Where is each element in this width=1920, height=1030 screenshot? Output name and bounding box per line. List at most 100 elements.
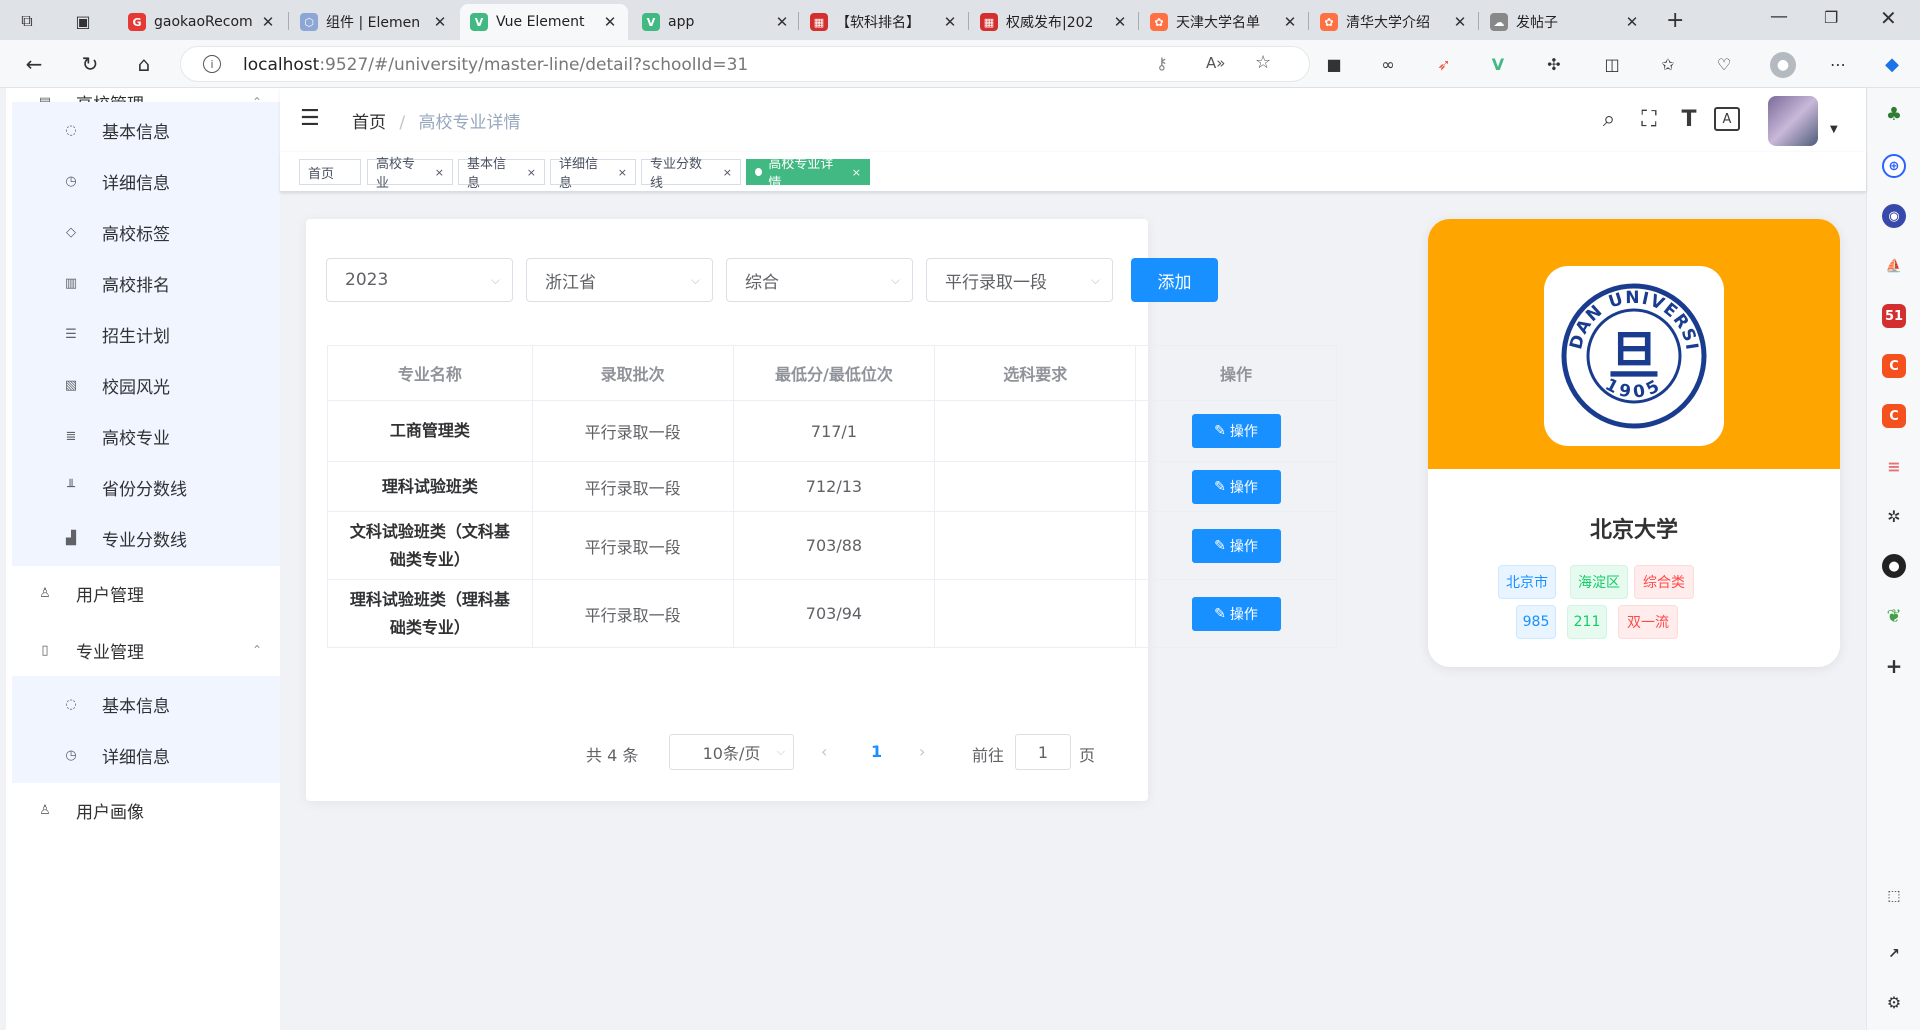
stripes-icon[interactable]: ≡ [1882,454,1906,478]
caret-down-icon[interactable]: ▼ [1830,124,1838,135]
operate-button[interactable]: ✎ 操作 [1191,414,1281,448]
sidebar-item[interactable]: ≣ 高校专业 [12,408,286,464]
favorite-star-icon[interactable]: ☆ [1255,52,1271,73]
browser-tab[interactable]: ⬡ 组件 | Elemen ✕ [290,4,458,40]
sidebar-item[interactable]: ◌ 基本信息 [12,102,286,158]
operate-button[interactable]: ✎ 操作 [1191,528,1281,563]
globe-icon[interactable]: ◉ [1882,204,1906,228]
copilot-icon[interactable]: ◆ [1880,52,1904,76]
font-size-icon[interactable]: T [1674,104,1704,134]
tag-close-icon[interactable]: × [435,166,444,179]
sidebar-item[interactable]: ╨ 省份分数线 [12,459,286,515]
tag-close-icon[interactable]: × [527,166,536,179]
sidebar-item[interactable]: ◌ 基本信息 [12,676,286,732]
tab-close-icon[interactable]: ✕ [1282,13,1298,31]
browser-tab[interactable]: V Vue Element ✕ [460,4,628,40]
infinity-icon[interactable]: ∞ [1376,52,1400,76]
tags-view-item[interactable]: 专业分数线 × [641,157,741,191]
new-tab-button[interactable]: + [1666,8,1684,33]
add-sidebar-icon[interactable]: + [1882,654,1906,678]
breadcrumb-home[interactable]: 首页 [352,113,386,133]
operate-button[interactable]: ✎ 操作 [1191,469,1281,504]
restore-button[interactable]: ❐ [1824,8,1838,27]
tab-close-icon[interactable]: ✕ [602,13,618,31]
vue-devtools-icon[interactable]: V [1486,52,1510,76]
leaf-icon[interactable]: ❦ [1882,604,1906,628]
key-icon[interactable]: ⚷ [1156,54,1168,73]
page-number-current[interactable]: 1 [871,742,882,761]
tab-close-icon[interactable]: ✕ [942,13,958,31]
bug-icon[interactable]: ✲ [1882,504,1906,528]
category-select[interactable]: 综合 ⌵ [726,258,913,302]
workspaces-icon[interactable]: ⧉ [16,10,38,32]
prev-page-icon[interactable]: ‹ [821,742,827,761]
year-select[interactable]: 2023 ⌵ [326,258,513,302]
sidebar-item[interactable]: ♙ 用户画像 [12,782,286,838]
address-bar[interactable]: i localhost:9527/#/university/master-lin… [180,46,1310,82]
tags-view-item[interactable]: 高校专业详情 × [746,157,870,191]
goto-page-input[interactable]: 1 [1015,734,1071,770]
split-screen-icon[interactable]: ◫ [1600,52,1624,76]
translate-icon[interactable]: A [1714,107,1740,131]
browser-tab[interactable]: Vapp ✕ [632,4,800,40]
tag-close-icon[interactable]: × [723,166,732,179]
tab-close-icon[interactable]: ✕ [1452,13,1468,31]
search-circle-icon[interactable]: ⊕ [1882,154,1906,178]
tab-close-icon[interactable]: ✕ [432,13,448,31]
next-page-icon[interactable]: › [919,742,925,761]
csdn-2-icon[interactable]: C [1882,404,1906,428]
browser-tab[interactable]: GgaokaoRecom ✕ [118,4,286,40]
site-51-icon[interactable]: 51 [1882,304,1906,328]
browser-tab[interactable]: ✿ 清华大学介绍 ✕ [1310,4,1478,40]
ship-icon[interactable]: ⛵ [1882,254,1906,278]
screenshot-icon[interactable]: ⬚ [1882,884,1906,908]
province-select[interactable]: 浙江省 ⌵ [526,258,713,302]
extensions-puzzle-icon[interactable]: ✣ [1542,52,1566,76]
sidebar-item[interactable]: ▟ 专业分数线 [12,510,286,566]
sidebar-item[interactable]: ◷ 详细信息 [12,727,286,783]
tab-close-icon[interactable]: ✕ [1624,13,1640,31]
tree-icon[interactable]: ♣ [1882,102,1906,126]
close-window-button[interactable]: ✕ [1880,6,1897,30]
sidebar-item[interactable]: ◷ 详细信息 [12,153,286,209]
add-button[interactable]: 添加 [1131,258,1218,302]
performance-icon[interactable]: ♡ [1712,52,1736,76]
read-aloud-icon[interactable]: A» [1206,54,1225,72]
sidebar-item[interactable]: ▧ 校园风光 [12,357,286,413]
sidebar-item[interactable]: ♙ 用户管理 [12,565,286,621]
minimize-button[interactable]: — [1770,6,1788,27]
tab-actions-icon[interactable]: ▣ [72,10,94,32]
tag-close-icon[interactable]: × [618,166,627,179]
page-size-select[interactable]: 10条/页 ⌵ [669,734,794,770]
hamburger-icon[interactable]: ☰ [300,106,320,131]
tags-view-item[interactable]: 高校专业 × [367,157,453,191]
sidebar-item[interactable]: ◇ 高校标签 [12,204,286,260]
external-link-icon[interactable]: ↗ [1882,942,1906,966]
browser-tab[interactable]: ☁ 发帖子 ✕ [1480,4,1650,40]
sidebar-item[interactable]: ▥ 高校排名 [12,255,286,311]
swift-icon[interactable]: ➶ [1432,52,1456,76]
browser-tab[interactable]: ▦ 【软科排名】 ✕ [800,4,968,40]
tab-close-icon[interactable]: ✕ [774,13,790,31]
csdn-icon[interactable]: C [1882,354,1906,378]
batch-select[interactable]: 平行录取一段 ⌵ [926,258,1113,302]
sidebar-item[interactable]: ▯ 专业管理 ⌃ [12,622,286,678]
settings-gear-icon[interactable]: ⚙ [1882,990,1906,1014]
browser-tab[interactable]: ✿ 天津大学名单 ✕ [1140,4,1308,40]
tab-close-icon[interactable]: ✕ [1112,13,1128,31]
tag-close-icon[interactable]: × [852,166,861,179]
extension-icon[interactable]: ■ [1322,52,1346,76]
github-icon[interactable]: ● [1882,554,1906,578]
more-icon[interactable]: ⋯ [1826,52,1850,76]
site-info-icon[interactable]: i [203,55,221,73]
operate-button[interactable]: ✎ 操作 [1191,596,1281,631]
search-icon[interactable]: ⌕ [1594,104,1624,134]
tags-view-item[interactable]: 基本信息 × [458,157,545,191]
browser-tab[interactable]: ▦ 权威发布|202 ✕ [970,4,1138,40]
favorites-icon[interactable]: ✩ [1656,52,1680,76]
sidebar-item[interactable]: ☰ 招生计划 [12,306,286,362]
tags-view-item[interactable]: 首页 [299,159,361,185]
profile-avatar[interactable]: ● [1770,52,1796,78]
tags-view-item[interactable]: 详细信息 × [550,157,636,191]
fullscreen-icon[interactable]: ⛶ [1634,104,1664,134]
